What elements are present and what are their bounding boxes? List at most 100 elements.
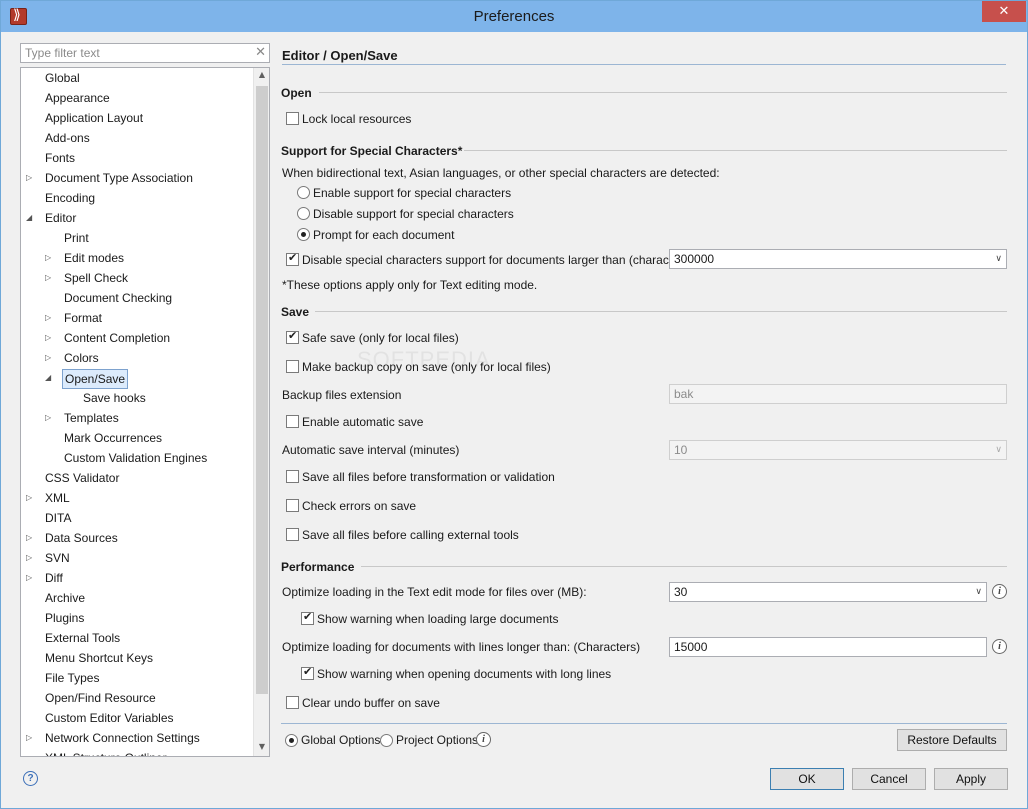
- expand-arrow-icon[interactable]: ▷: [26, 569, 36, 587]
- tree-item[interactable]: ▷ Data Sources: [21, 529, 253, 547]
- section-divider: [315, 311, 1007, 312]
- info-icon[interactable]: i: [476, 732, 491, 747]
- tree-item[interactable]: Fonts: [21, 149, 253, 167]
- lock-local-checkbox[interactable]: [286, 112, 299, 125]
- filter-field[interactable]: ✕: [20, 43, 270, 63]
- expand-arrow-icon[interactable]: ▷: [26, 729, 36, 747]
- scroll-up-icon[interactable]: ▲: [254, 70, 269, 79]
- tree-item[interactable]: ▷ Format: [21, 309, 253, 327]
- filter-input[interactable]: [23, 45, 251, 61]
- backup-ext-input[interactable]: bak: [669, 384, 1007, 404]
- tree-item[interactable]: Archive: [21, 589, 253, 607]
- expand-arrow-icon[interactable]: ▷: [45, 309, 55, 327]
- help-icon[interactable]: ?: [23, 771, 38, 786]
- expand-arrow-icon[interactable]: ▷: [26, 549, 36, 567]
- tree-item[interactable]: ◢ Editor: [21, 209, 253, 227]
- expand-arrow-icon[interactable]: ▷: [26, 529, 36, 547]
- ok-button[interactable]: OK: [770, 768, 844, 790]
- tree-item[interactable]: Print: [21, 229, 253, 247]
- tree-item[interactable]: Mark Occurrences: [21, 429, 253, 447]
- tree-item[interactable]: Plugins: [21, 609, 253, 627]
- disable-special-radio[interactable]: [297, 207, 310, 220]
- enable-special-radio[interactable]: [297, 186, 310, 199]
- clear-filter-icon[interactable]: ✕: [255, 45, 266, 60]
- tree-item[interactable]: External Tools: [21, 629, 253, 647]
- tree-item-label: Appearance: [45, 91, 110, 105]
- save-before-tools-checkbox[interactable]: [286, 528, 299, 541]
- safe-save-checkbox[interactable]: [286, 329, 299, 344]
- tree-item[interactable]: Appearance: [21, 89, 253, 107]
- tree-item[interactable]: File Types: [21, 669, 253, 687]
- chevron-down-icon[interactable]: ∨: [995, 441, 1002, 459]
- tree-item[interactable]: ▷ Templates: [21, 409, 253, 427]
- expand-arrow-icon[interactable]: ▷: [45, 249, 55, 267]
- tree-item[interactable]: ▷ Content Completion: [21, 329, 253, 347]
- tree-item[interactable]: ◢ Open/Save: [21, 369, 253, 389]
- info-icon[interactable]: i: [992, 639, 1007, 654]
- tree-item[interactable]: Application Layout: [21, 109, 253, 127]
- tree-scrollbar[interactable]: ▲ ▼: [253, 68, 269, 756]
- tree-item[interactable]: Custom Validation Engines: [21, 449, 253, 467]
- tree-item[interactable]: ▷ Edit modes: [21, 249, 253, 267]
- tree-item[interactable]: Open/Find Resource: [21, 689, 253, 707]
- tree-item[interactable]: ▷ SVN: [21, 549, 253, 567]
- expand-arrow-icon[interactable]: ▷: [45, 349, 55, 367]
- tree-item[interactable]: ▷ Document Type Association: [21, 169, 253, 187]
- tree-item[interactable]: Encoding: [21, 189, 253, 207]
- expand-arrow-icon[interactable]: ▷: [45, 329, 55, 347]
- tree-item[interactable]: ▷ Spell Check: [21, 269, 253, 287]
- tree-item[interactable]: Global: [21, 69, 253, 87]
- optimize-text-combo[interactable]: 30 ∨: [669, 582, 987, 602]
- tree-item[interactable]: ▷ Colors: [21, 349, 253, 367]
- disable-large-value: 300000: [674, 252, 715, 266]
- expand-arrow-icon[interactable]: ▷: [45, 269, 55, 287]
- backup-ext-label: Backup files extension: [282, 388, 402, 402]
- tree-item[interactable]: Add-ons: [21, 129, 253, 147]
- tree-item[interactable]: Menu Shortcut Keys: [21, 649, 253, 667]
- tree-item-label: XML: [45, 491, 70, 505]
- tree-item-label: DITA: [45, 511, 72, 525]
- tree-item[interactable]: Custom Editor Variables: [21, 709, 253, 727]
- collapse-arrow-icon[interactable]: ◢: [45, 369, 55, 387]
- chevron-down-icon[interactable]: ∨: [975, 583, 982, 601]
- warn-long-lines-checkbox[interactable]: [301, 665, 314, 680]
- tree-item-label: Content Completion: [64, 331, 171, 345]
- tree-item[interactable]: Document Checking: [21, 289, 253, 307]
- clear-undo-checkbox[interactable]: [286, 696, 299, 709]
- chevron-down-icon[interactable]: ∨: [995, 250, 1002, 268]
- info-icon[interactable]: i: [992, 584, 1007, 599]
- disable-large-combo[interactable]: 300000 ∨: [669, 249, 1007, 269]
- tree-item[interactable]: CSS Validator: [21, 469, 253, 487]
- close-button[interactable]: ✕: [982, 1, 1026, 22]
- optimize-text-label: Optimize loading in the Text edit mode f…: [282, 585, 587, 599]
- global-options-radio[interactable]: [285, 734, 298, 747]
- tree-item[interactable]: ▷ Diff: [21, 569, 253, 587]
- expand-arrow-icon[interactable]: ▷: [45, 409, 55, 427]
- section-special-heading: Support for Special Characters*: [281, 144, 463, 158]
- collapse-arrow-icon[interactable]: ◢: [26, 209, 36, 227]
- prompt-each-radio[interactable]: [297, 228, 310, 241]
- tree-item-label: Mark Occurrences: [64, 431, 163, 445]
- expand-arrow-icon[interactable]: ▷: [26, 489, 36, 507]
- optimize-lines-input[interactable]: 15000: [669, 637, 987, 657]
- interval-label: Automatic save interval (minutes): [282, 443, 460, 457]
- project-options-radio[interactable]: [380, 734, 393, 747]
- tree-item[interactable]: ▷ XML: [21, 489, 253, 507]
- disable-large-checkbox[interactable]: [286, 251, 299, 266]
- warn-large-checkbox[interactable]: [301, 610, 314, 625]
- scrollbar-thumb[interactable]: [256, 86, 268, 694]
- apply-button[interactable]: Apply: [934, 768, 1008, 790]
- tree-item[interactable]: XML Structure Outliner: [21, 749, 253, 756]
- tree-item[interactable]: DITA: [21, 509, 253, 527]
- restore-defaults-button[interactable]: Restore Defaults: [897, 729, 1007, 751]
- backup-copy-checkbox[interactable]: [286, 360, 299, 373]
- tree-item[interactable]: Save hooks: [21, 389, 253, 407]
- auto-save-checkbox[interactable]: [286, 415, 299, 428]
- scroll-down-icon[interactable]: ▼: [254, 742, 269, 751]
- save-before-transform-checkbox[interactable]: [286, 470, 299, 483]
- interval-combo[interactable]: 10 ∨: [669, 440, 1007, 460]
- expand-arrow-icon[interactable]: ▷: [26, 169, 36, 187]
- tree-item[interactable]: ▷ Network Connection Settings: [21, 729, 253, 747]
- cancel-button[interactable]: Cancel: [852, 768, 926, 790]
- check-errors-checkbox[interactable]: [286, 499, 299, 512]
